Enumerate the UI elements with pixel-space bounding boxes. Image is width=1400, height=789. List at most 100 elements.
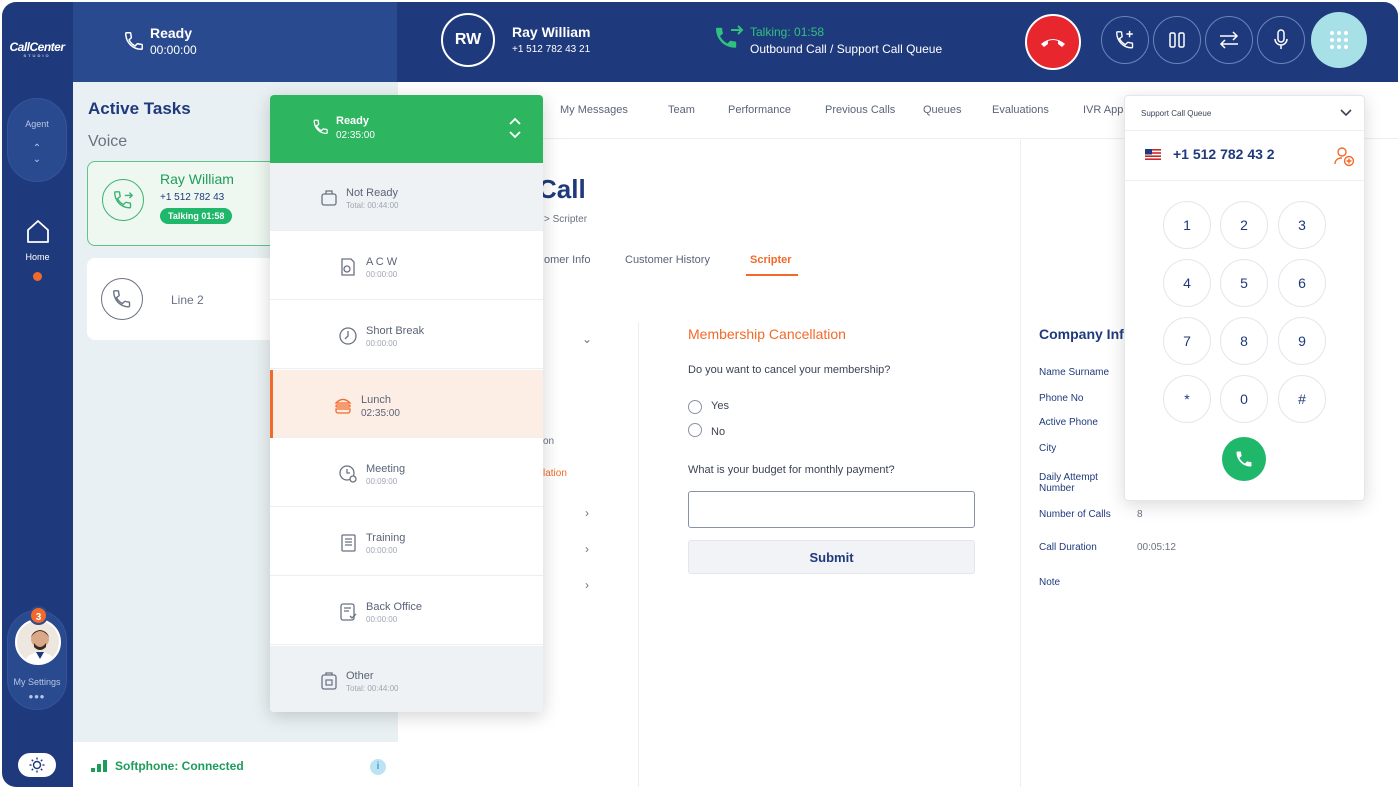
- field-number-of-calls: Number of Calls: [1039, 509, 1111, 520]
- breadcrumb[interactable]: > Scripter: [544, 214, 587, 225]
- status-option-not-ready[interactable]: Not Ready Total: 00:44:00: [270, 163, 543, 231]
- dial-key-9[interactable]: 9: [1278, 317, 1326, 365]
- status-option-time: 02:35:00: [361, 408, 400, 419]
- hold-button[interactable]: [1153, 16, 1201, 64]
- status-option-time: 00:00:00: [366, 339, 398, 348]
- agent-status[interactable]: Ready 00:00:00: [73, 2, 397, 82]
- dial-key-7[interactable]: 7: [1163, 317, 1211, 365]
- tab-my-messages[interactable]: My Messages: [560, 104, 628, 116]
- chevron-down-icon: [1340, 109, 1352, 117]
- dial-key-6[interactable]: 6: [1278, 259, 1326, 307]
- dial-key-8[interactable]: 8: [1220, 317, 1268, 365]
- meeting-icon: [339, 465, 357, 483]
- home-label: Home: [25, 252, 50, 262]
- updown-icon: [509, 117, 521, 139]
- status-option-short-break[interactable]: Short Break 00:00:00: [270, 301, 543, 369]
- add-call-button[interactable]: [1101, 16, 1149, 64]
- status-dropdown-current[interactable]: Ready 02:35:00: [270, 95, 543, 163]
- radio-no[interactable]: [688, 423, 702, 437]
- dial-key-2[interactable]: 2: [1220, 201, 1268, 249]
- chevron-right-icon[interactable]: ›: [585, 578, 589, 592]
- field-phone-no: Phone No: [1039, 393, 1084, 404]
- caller-phone: +1 512 782 43 21: [512, 44, 591, 55]
- dial-key-star[interactable]: *: [1163, 375, 1211, 423]
- chevron-down-icon[interactable]: ⌄: [582, 332, 592, 346]
- chevron-right-icon[interactable]: ›: [585, 542, 589, 556]
- agent-label: Agent: [25, 119, 49, 129]
- more-icon[interactable]: •••: [8, 689, 66, 704]
- divider: [638, 322, 639, 787]
- tab-customer-info[interactable]: omer Info: [544, 254, 590, 266]
- status-option-label: A C W: [366, 256, 398, 268]
- dial-key-hash[interactable]: #: [1278, 375, 1326, 423]
- my-settings[interactable]: 3 My Settings •••: [7, 606, 67, 710]
- caller-avatar: RW: [441, 13, 495, 67]
- updown-icon: ⌃ ⌄: [32, 143, 42, 165]
- tab-team[interactable]: Team: [668, 104, 695, 116]
- hangup-button[interactable]: [1025, 14, 1081, 70]
- tab-queues[interactable]: Queues: [923, 104, 962, 116]
- dial-key-4[interactable]: 4: [1163, 259, 1211, 307]
- status-option-back-office[interactable]: Back Office 00:00:00: [270, 577, 543, 645]
- logo: CallCenter STUDIO: [9, 40, 65, 58]
- sidebar-item-home[interactable]: Home: [2, 218, 73, 281]
- us-flag-icon[interactable]: [1145, 149, 1161, 160]
- top-call-bar: Ready 00:00:00 RW Ray William +1 512 782…: [73, 2, 1398, 82]
- status-option-time: 00:00:00: [366, 546, 398, 555]
- mute-button[interactable]: [1257, 16, 1305, 64]
- burger-icon: [334, 398, 352, 414]
- status-timer: 00:00:00: [150, 43, 197, 57]
- acw-icon: [341, 258, 355, 276]
- queue-select-value: Support Call Queue: [1141, 109, 1212, 118]
- dial-key-3[interactable]: 3: [1278, 201, 1326, 249]
- transfer-button[interactable]: [1205, 16, 1253, 64]
- dial-number-field[interactable]: +1 512 782 43 2: [1125, 131, 1364, 181]
- submit-button[interactable]: Submit: [688, 540, 975, 574]
- field-city: City: [1039, 443, 1057, 454]
- add-contact-icon[interactable]: [1333, 145, 1355, 167]
- status-option-label: Meeting: [366, 463, 406, 475]
- question-budget: What is your budget for monthly payment?: [688, 464, 895, 476]
- outbound-call-icon: [716, 25, 744, 48]
- clock-icon: [339, 327, 357, 345]
- status-option-other[interactable]: Other Total: 00:44:00: [270, 646, 543, 712]
- budget-input[interactable]: [688, 491, 975, 528]
- dial-key-5[interactable]: 5: [1220, 259, 1268, 307]
- info-icon[interactable]: i: [370, 759, 386, 775]
- tab-previous-calls[interactable]: Previous Calls: [825, 104, 895, 116]
- radio-no-label: No: [711, 426, 726, 438]
- dial-key-0[interactable]: 0: [1220, 375, 1268, 423]
- home-icon: [26, 220, 49, 243]
- field-call-duration: Call Duration: [1039, 542, 1097, 553]
- caller-name: Ray William: [512, 24, 591, 40]
- dialpad-button[interactable]: [1311, 12, 1367, 68]
- tab-scripter[interactable]: Scripter: [750, 254, 792, 266]
- queue-select[interactable]: Support Call Queue: [1125, 96, 1364, 131]
- status-option-training[interactable]: Training 00:00:00: [270, 508, 543, 576]
- status-option-acw[interactable]: A C W 00:00:00: [270, 232, 543, 300]
- phone-icon: [101, 278, 143, 320]
- status-option-lunch[interactable]: Lunch 02:35:00: [270, 370, 543, 438]
- chevron-right-icon[interactable]: ›: [585, 506, 589, 520]
- task-card-active[interactable]: Ray William +1 512 782 43 Talking 01:58: [87, 161, 287, 246]
- status-option-time: 00:00:00: [366, 270, 398, 279]
- theme-toggle[interactable]: [18, 753, 56, 777]
- script-step-partial[interactable]: on: [543, 436, 554, 447]
- tab-ivr-application[interactable]: IVR Appl: [1083, 104, 1126, 116]
- status-dropdown: Ready 02:35:00 Not Ready Total: 00:44:00…: [270, 95, 543, 712]
- status-option-meeting[interactable]: Meeting 00:09:00: [270, 439, 543, 507]
- my-settings-label: My Settings: [13, 677, 61, 687]
- task-card-line2[interactable]: Line 2: [87, 258, 287, 340]
- tab-customer-history[interactable]: Customer History: [625, 254, 710, 266]
- tab-evaluations[interactable]: Evaluations: [992, 104, 1049, 116]
- other-icon: [321, 672, 337, 690]
- current-status-label: Ready: [336, 115, 370, 127]
- dial-call-button[interactable]: [1222, 437, 1266, 481]
- agent-selector[interactable]: Agent ⌃ ⌄: [7, 98, 67, 182]
- dial-key-1[interactable]: 1: [1163, 201, 1211, 249]
- script-step-active-partial[interactable]: lation: [543, 468, 567, 479]
- status-option-time: 00:09:00: [366, 477, 398, 486]
- tab-performance[interactable]: Performance: [728, 104, 791, 116]
- status-label: Ready: [150, 25, 193, 41]
- radio-yes[interactable]: [688, 400, 702, 414]
